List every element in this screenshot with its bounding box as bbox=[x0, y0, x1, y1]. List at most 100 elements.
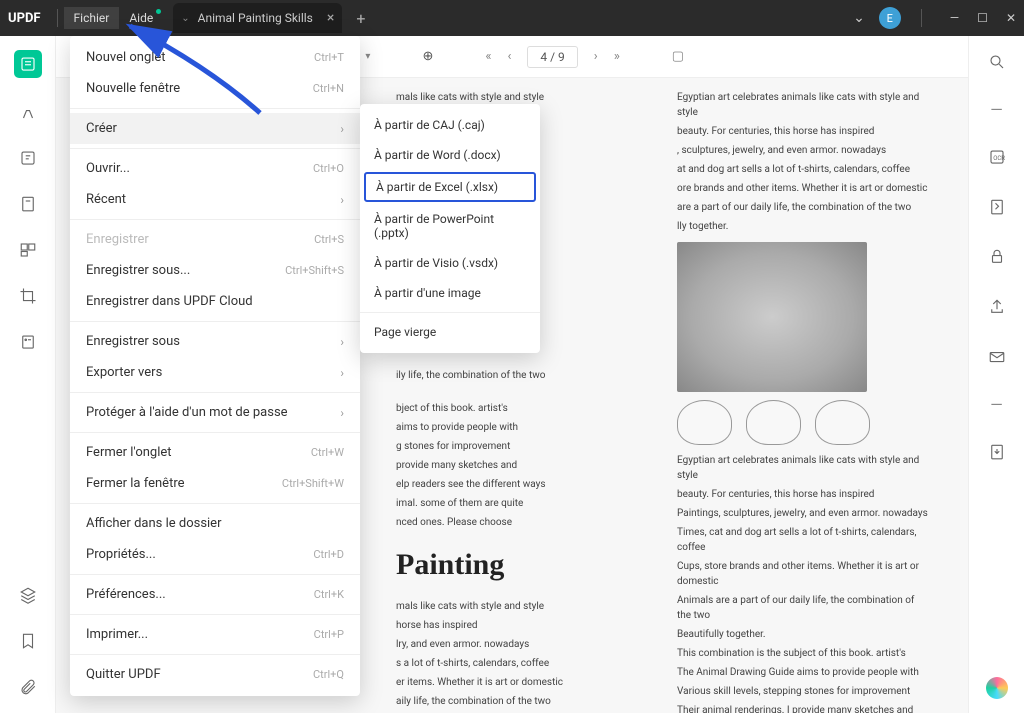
doc-text: This combination is the subject of this … bbox=[677, 646, 928, 661]
doc-text: Egyptian art celebrates animals like cat… bbox=[677, 90, 928, 120]
menu-close-window[interactable]: Fermer la fenêtreCtrl+Shift+W bbox=[70, 468, 360, 499]
doc-text: Times, cat and dog art sells a lot of t-… bbox=[677, 525, 928, 555]
doc-text: mals like cats with style and style bbox=[396, 599, 647, 614]
submenu-from-image[interactable]: À partir d'une image bbox=[360, 278, 540, 308]
edit-text-icon[interactable] bbox=[16, 146, 40, 170]
user-avatar[interactable]: E bbox=[879, 7, 901, 29]
menu-create[interactable]: Créer› bbox=[70, 113, 360, 144]
attachment-icon[interactable] bbox=[16, 675, 40, 699]
submenu-from-caj[interactable]: À partir de CAJ (.caj) bbox=[360, 110, 540, 140]
close-window-icon[interactable]: ✕ bbox=[1006, 11, 1016, 25]
doc-image-dog bbox=[677, 242, 867, 392]
menu-properties[interactable]: Propriétés...Ctrl+D bbox=[70, 539, 360, 570]
label: Imprimer... bbox=[86, 627, 148, 642]
menu-save-as-sub[interactable]: Enregistrer sous› bbox=[70, 326, 360, 357]
doc-text: provide many sketches and bbox=[396, 458, 647, 473]
doc-text: Their animal renderings. I provide many … bbox=[677, 703, 928, 713]
separator bbox=[70, 321, 360, 322]
caret-down-icon[interactable]: ⌄ bbox=[181, 13, 189, 24]
left-sidebar bbox=[0, 36, 56, 713]
label: Enregistrer sous... bbox=[86, 263, 190, 278]
doc-text: beauty. For centuries, this horse has in… bbox=[677, 124, 928, 139]
page-indicator[interactable]: 4 / 9 bbox=[527, 46, 577, 68]
menu-recent[interactable]: Récent› bbox=[70, 184, 360, 215]
label: Ouvrir... bbox=[86, 161, 130, 176]
submenu-from-word[interactable]: À partir de Word (.docx) bbox=[360, 140, 540, 170]
menu-open[interactable]: Ouvrir...Ctrl+O bbox=[70, 153, 360, 184]
submenu-from-excel[interactable]: À partir de Excel (.xlsx) bbox=[364, 172, 536, 202]
protect-icon[interactable] bbox=[985, 245, 1009, 269]
chevron-down-icon[interactable]: ⌄ bbox=[853, 10, 865, 26]
zoom-in-icon[interactable]: ⊕ bbox=[422, 49, 433, 64]
doc-text: ily life, the combination of the two bbox=[396, 368, 647, 383]
menu-new-tab[interactable]: Nouvel ongletCtrl+T bbox=[70, 42, 360, 73]
prev-page-icon[interactable]: ‹ bbox=[507, 49, 511, 64]
app-logo: UPDF bbox=[8, 11, 41, 26]
submenu-blank-page[interactable]: Page vierge bbox=[360, 317, 540, 347]
label: Enregistrer sous bbox=[86, 334, 180, 349]
export-icon[interactable] bbox=[985, 440, 1009, 464]
doc-text: Beautifully together. bbox=[677, 627, 928, 642]
presentation-icon[interactable]: ▢ bbox=[672, 49, 684, 64]
minus-icon[interactable]: — bbox=[990, 100, 1003, 119]
menu-close-tab[interactable]: Fermer l'ongletCtrl+W bbox=[70, 437, 360, 468]
submenu-from-powerpoint[interactable]: À partir de PowerPoint (.pptx) bbox=[360, 204, 540, 248]
menu-help[interactable]: Aide bbox=[119, 7, 163, 29]
menu-file[interactable]: Fichier bbox=[64, 7, 120, 29]
doc-right-column: Egyptian art celebrates animals like cat… bbox=[677, 90, 928, 701]
last-page-icon[interactable]: » bbox=[614, 49, 620, 64]
edit-page-icon[interactable] bbox=[16, 192, 40, 216]
chevron-down-icon[interactable]: ▾ bbox=[365, 51, 370, 62]
separator bbox=[70, 654, 360, 655]
form-icon[interactable] bbox=[16, 330, 40, 354]
menu-print[interactable]: Imprimer...Ctrl+P bbox=[70, 619, 360, 650]
doc-text: lly together. bbox=[677, 219, 928, 234]
menu-protect[interactable]: Protéger à l'aide d'un mot de passe› bbox=[70, 397, 360, 428]
bookmark-icon[interactable] bbox=[16, 629, 40, 653]
submenu-from-visio[interactable]: À partir de Visio (.vsdx) bbox=[360, 248, 540, 278]
title-bar: UPDF Fichier Aide ⌄ Animal Painting Skil… bbox=[0, 0, 1024, 36]
crop-icon[interactable] bbox=[16, 284, 40, 308]
minimize-icon[interactable]: ― bbox=[950, 11, 959, 25]
doc-text: g stones for improvement bbox=[396, 439, 647, 454]
doc-text: , sculptures, jewelry, and even armor. n… bbox=[677, 143, 928, 158]
menu-new-window[interactable]: Nouvelle fenêtreCtrl+N bbox=[70, 73, 360, 104]
sketch-icon bbox=[815, 400, 870, 445]
menu-save: EnregistrerCtrl+S bbox=[70, 224, 360, 255]
reader-mode-icon[interactable] bbox=[14, 50, 42, 78]
svg-text:OCR: OCR bbox=[993, 155, 1005, 162]
minus-icon[interactable]: — bbox=[990, 395, 1003, 414]
label: Récent bbox=[86, 192, 126, 207]
menu-export-to[interactable]: Exporter vers› bbox=[70, 357, 360, 388]
ai-assistant-icon[interactable] bbox=[986, 677, 1008, 699]
maximize-icon[interactable]: ☐ bbox=[977, 11, 988, 25]
menu-show-in-folder[interactable]: Afficher dans le dossier bbox=[70, 508, 360, 539]
menu-quit[interactable]: Quitter UPDFCtrl+Q bbox=[70, 659, 360, 690]
separator bbox=[70, 392, 360, 393]
doc-text: bject of this book. artist's bbox=[396, 401, 647, 416]
compress-icon[interactable] bbox=[985, 195, 1009, 219]
shortcut: Ctrl+D bbox=[313, 548, 344, 561]
doc-text: Various skill levels, stepping stones fo… bbox=[677, 684, 928, 699]
first-page-icon[interactable]: « bbox=[485, 49, 491, 64]
menu-preferences[interactable]: Préférences...Ctrl+K bbox=[70, 579, 360, 610]
doc-text: are a part of our daily life, the combin… bbox=[677, 200, 928, 215]
label: Quitter UPDF bbox=[86, 667, 161, 682]
layers-icon[interactable] bbox=[16, 583, 40, 607]
share-icon[interactable] bbox=[985, 295, 1009, 319]
menu-save-as[interactable]: Enregistrer sous...Ctrl+Shift+S bbox=[70, 255, 360, 286]
highlight-icon[interactable] bbox=[16, 100, 40, 124]
doc-text: aily life, the combination of the two bbox=[396, 694, 647, 709]
file-menu-dropdown: Nouvel ongletCtrl+T Nouvelle fenêtreCtrl… bbox=[70, 36, 360, 696]
doc-text: lry, and even armor. nowadays bbox=[396, 637, 647, 652]
email-icon[interactable] bbox=[985, 345, 1009, 369]
close-tab-icon[interactable]: × bbox=[327, 10, 334, 26]
ocr-icon[interactable]: OCR bbox=[985, 145, 1009, 169]
next-page-icon[interactable]: › bbox=[594, 49, 598, 64]
organize-icon[interactable] bbox=[16, 238, 40, 262]
tab-title: Animal Painting Skills bbox=[198, 11, 313, 25]
document-tab[interactable]: ⌄ Animal Painting Skills × bbox=[173, 3, 342, 33]
search-icon[interactable] bbox=[985, 50, 1009, 74]
new-tab-button[interactable]: + bbox=[356, 9, 365, 28]
menu-save-cloud[interactable]: Enregistrer dans UPDF Cloud bbox=[70, 286, 360, 317]
